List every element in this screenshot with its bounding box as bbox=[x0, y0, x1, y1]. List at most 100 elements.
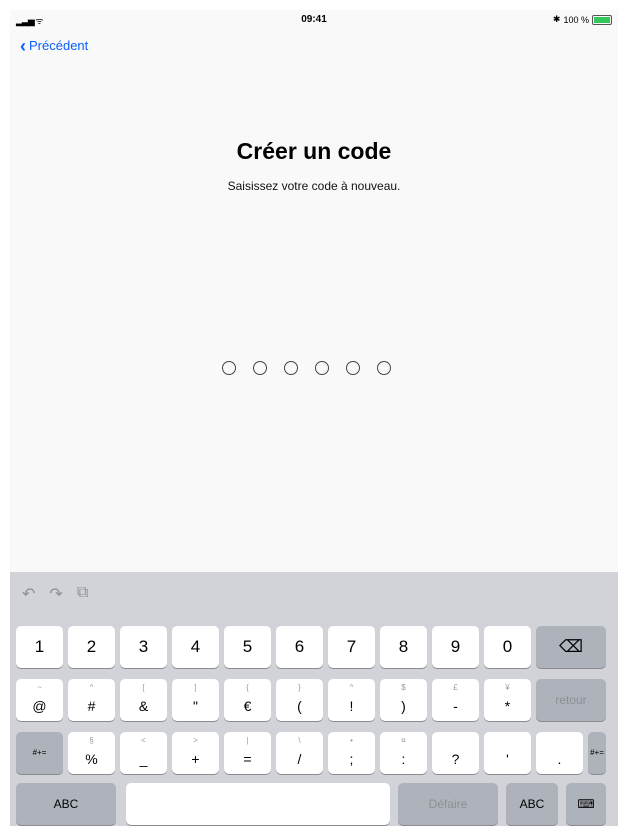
key-2[interactable]: 2 bbox=[68, 626, 115, 668]
key-label: 0 bbox=[502, 637, 513, 656]
paste-icon[interactable]: ⧉ bbox=[77, 584, 88, 604]
undo-icon[interactable]: ↶ bbox=[22, 584, 35, 604]
abc-key-left[interactable]: ABC bbox=[16, 783, 116, 825]
abc-label: ABC bbox=[519, 797, 545, 811]
symbol-key[interactable]: > + bbox=[172, 732, 219, 774]
undo-label: Défaire bbox=[428, 797, 468, 811]
symbol-key[interactable]: §% bbox=[68, 732, 115, 774]
key-0[interactable]: 0 bbox=[484, 626, 531, 668]
symbol-key[interactable]: [& bbox=[120, 679, 167, 721]
status-time: 09:41 bbox=[301, 14, 327, 25]
return-label: retour bbox=[555, 693, 587, 707]
chevron-left-icon: ‹ bbox=[20, 35, 26, 56]
symbol-key[interactable]: ' bbox=[484, 732, 531, 774]
passcode-dot bbox=[315, 361, 329, 375]
key-alt-label: ~ bbox=[37, 683, 42, 692]
keyboard-toolbar: ↶ ↷ ⧉ bbox=[22, 584, 88, 604]
key-label: + bbox=[191, 751, 200, 767]
key-label: € bbox=[243, 698, 252, 714]
symbol-key[interactable]: ¤: bbox=[380, 732, 427, 774]
key-label: ' bbox=[506, 751, 509, 767]
symbol-key[interactable]: ^ # bbox=[68, 679, 115, 721]
symbol-key[interactable]: {€ bbox=[224, 679, 271, 721]
symbol-key[interactable]: ~ @ bbox=[16, 679, 63, 721]
key-6[interactable]: 6 bbox=[276, 626, 323, 668]
key-alt-label: { bbox=[246, 683, 249, 692]
key-7[interactable]: 7 bbox=[328, 626, 375, 668]
key-label: 4 bbox=[190, 637, 201, 656]
key-8[interactable]: 8 bbox=[380, 626, 427, 668]
key-label: = bbox=[243, 751, 252, 767]
key-label: _ bbox=[139, 751, 148, 767]
symbols-label: #+= bbox=[32, 748, 47, 757]
abc-key-right[interactable]: ABC bbox=[506, 783, 558, 825]
page-title: Créer un code bbox=[236, 138, 392, 164]
status-bar: ▂▃▅ ᯤ 09:41 ✱ 100 % bbox=[10, 10, 618, 30]
key-5[interactable]: 5 bbox=[224, 626, 271, 668]
key-label: ! bbox=[349, 698, 354, 714]
symbols-key-right[interactable]: #+= bbox=[588, 732, 606, 774]
key-9[interactable]: 9 bbox=[432, 626, 479, 668]
symbol-key[interactable]: ¥ * bbox=[484, 679, 531, 721]
symbol-key[interactable]: < _ bbox=[120, 732, 167, 774]
backspace-icon: ⌫ bbox=[558, 637, 584, 656]
symbols-key-left[interactable]: #+= bbox=[16, 732, 63, 774]
symbol-key[interactable]: ] " bbox=[172, 679, 219, 721]
key-alt-label: ] bbox=[194, 683, 197, 692]
key-label: 7 bbox=[346, 637, 357, 656]
key-4[interactable]: 4 bbox=[172, 626, 219, 668]
key-alt-label: | bbox=[246, 736, 249, 745]
key-label: - bbox=[453, 698, 458, 714]
hide-keyboard-key[interactable]: ⌨ bbox=[566, 783, 606, 825]
key-label: : bbox=[401, 751, 406, 767]
key-label: & bbox=[138, 698, 149, 714]
key-label: 3 bbox=[138, 637, 149, 656]
passcode-dot bbox=[253, 361, 267, 375]
symbol-key[interactable]: •; bbox=[328, 732, 375, 774]
key-label: % bbox=[85, 751, 98, 767]
screen: ▂▃▅ ᯤ 09:41 ✱ 100 % ‹ Précédent Créer un… bbox=[10, 10, 618, 826]
key-label: * bbox=[504, 698, 511, 714]
keyboard: ↶ ↷ ⧉ 1 2 3 4 5 6 7 8 9 0 ⌫ ~ @ ^ #[&] "{€}(^! $) £ - ¥ * ret… bbox=[10, 572, 618, 826]
key-label: / bbox=[297, 751, 302, 767]
key-label: 6 bbox=[294, 637, 305, 656]
key-alt-label: ^ bbox=[89, 683, 94, 692]
key-label: ? bbox=[451, 751, 460, 767]
symbol-key[interactable]: }( bbox=[276, 679, 323, 721]
symbol-key[interactable]: \ / bbox=[276, 732, 323, 774]
key-alt-label: > bbox=[193, 736, 198, 745]
space-key[interactable] bbox=[126, 783, 390, 825]
abc-label: ABC bbox=[53, 797, 79, 811]
backspace-key[interactable]: ⌫ bbox=[536, 626, 606, 668]
key-label: 5 bbox=[242, 637, 253, 656]
key-alt-label: [ bbox=[142, 683, 145, 692]
undo-key[interactable]: Défaire bbox=[398, 783, 498, 825]
key-label: 9 bbox=[450, 637, 461, 656]
symbols-label: #+= bbox=[590, 748, 604, 757]
key-3[interactable]: 3 bbox=[120, 626, 167, 668]
passcode-dot bbox=[284, 361, 298, 375]
bluetooth-icon: ✱ bbox=[552, 14, 561, 24]
symbol-key[interactable]: . bbox=[536, 732, 583, 774]
symbol-key[interactable]: | = bbox=[224, 732, 271, 774]
key-alt-label: ¥ bbox=[505, 683, 510, 692]
key-label: # bbox=[87, 698, 96, 714]
status-right: ✱ 100 % bbox=[553, 14, 612, 25]
return-key[interactable]: retour bbox=[536, 679, 606, 721]
symbol-key[interactable]: ? bbox=[432, 732, 479, 774]
key-alt-label: § bbox=[89, 736, 94, 745]
back-button[interactable]: ‹ Précédent bbox=[20, 35, 88, 56]
key-alt-label: ^ bbox=[349, 683, 354, 692]
key-alt-label: } bbox=[298, 683, 301, 692]
key-label: ) bbox=[401, 698, 406, 714]
redo-icon[interactable]: ↷ bbox=[49, 584, 62, 604]
symbol-key[interactable]: $) bbox=[380, 679, 427, 721]
symbol-key[interactable]: ^! bbox=[328, 679, 375, 721]
key-alt-label: • bbox=[350, 736, 353, 745]
passcode-dots bbox=[222, 361, 391, 375]
key-alt-label: £ bbox=[453, 683, 458, 692]
key-1[interactable]: 1 bbox=[16, 626, 63, 668]
key-alt-label: $ bbox=[401, 683, 406, 692]
symbol-key[interactable]: £ - bbox=[432, 679, 479, 721]
key-alt-label: \ bbox=[298, 736, 301, 745]
